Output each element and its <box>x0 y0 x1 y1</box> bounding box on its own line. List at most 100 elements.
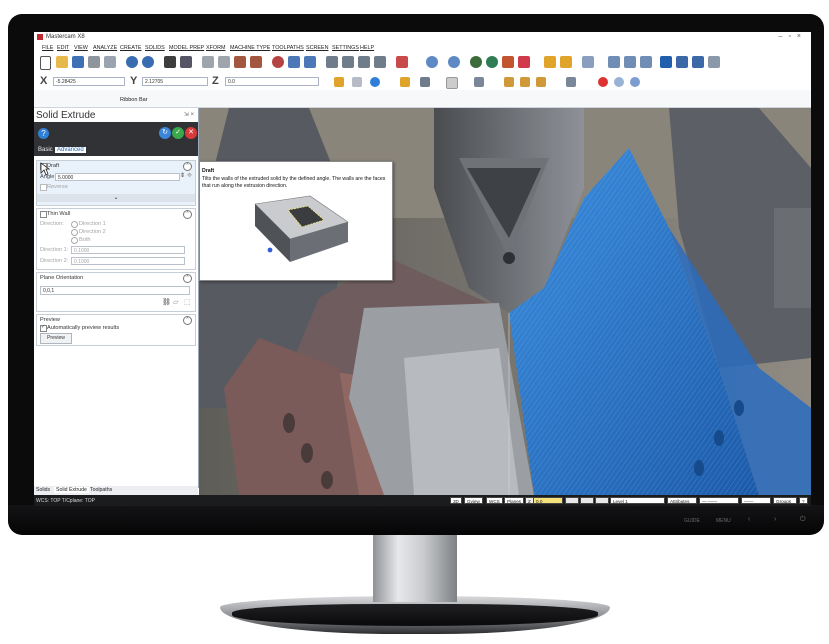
point-icon[interactable] <box>426 56 438 68</box>
views-icon[interactable] <box>288 56 300 68</box>
ok-icon[interactable]: ✓ <box>172 127 184 139</box>
analyze-icon[interactable] <box>370 77 380 87</box>
draft-expand-button[interactable]: ⌄ <box>37 194 195 202</box>
direction-1-radio[interactable] <box>71 221 78 228</box>
reverse-checkbox[interactable] <box>40 184 47 191</box>
status-line-style-dropdown[interactable]: — —— <box>699 497 739 504</box>
direction-1-input[interactable]: 0.1000 <box>71 246 185 254</box>
new-file-icon[interactable] <box>40 56 51 70</box>
menu-edit[interactable]: EDIT <box>57 45 69 51</box>
apply-icon[interactable] <box>630 77 640 87</box>
cancel-icon[interactable]: ✕ <box>185 127 197 139</box>
fit-screen-icon[interactable] <box>164 56 176 68</box>
status-groups-button[interactable]: Groups <box>773 497 797 504</box>
preview-collapse-icon[interactable]: ⌃ <box>183 316 192 325</box>
autocursor-icon[interactable] <box>334 77 344 87</box>
tab-solids[interactable]: Solids <box>36 487 50 493</box>
select-all-icon[interactable] <box>420 77 430 87</box>
simulate-icon[interactable] <box>692 56 704 68</box>
save-icon[interactable] <box>72 56 84 68</box>
angle-pick-icon[interactable]: ✥ <box>187 172 192 179</box>
plane-collapse-icon[interactable]: ⌃ <box>183 274 192 283</box>
status-help-button[interactable]: ? <box>799 497 808 504</box>
zoom-target-icon[interactable] <box>218 56 230 68</box>
solid-select-icon[interactable] <box>504 77 514 87</box>
print-preview-icon[interactable] <box>104 56 116 68</box>
status-surface-color-icon[interactable] <box>595 497 609 504</box>
undo-icon[interactable] <box>126 56 138 68</box>
dynamic-rotate-icon[interactable] <box>272 56 284 68</box>
help-icon[interactable]: ? <box>38 128 49 139</box>
face-select-icon[interactable] <box>520 77 530 87</box>
menu-solids[interactable]: SOLIDS <box>145 45 165 51</box>
x-coordinate-input[interactable]: -5.28425 <box>53 77 125 86</box>
right-view-icon[interactable] <box>358 56 370 68</box>
menu-screen[interactable]: SCREEN <box>306 45 328 51</box>
zoom-window-icon[interactable] <box>202 56 214 68</box>
shading-icon[interactable] <box>396 56 408 68</box>
menu-analyze[interactable]: ANALYZE <box>93 45 117 51</box>
thin-wall-collapse-icon[interactable]: ⌃ <box>183 210 192 219</box>
link-icon[interactable]: ⛓ <box>162 298 171 306</box>
plane-orientation-input[interactable]: 0,0,1 <box>40 286 190 295</box>
status-color-icon[interactable] <box>565 497 579 504</box>
thin-wall-checkbox[interactable] <box>40 211 47 218</box>
layer-icon[interactable] <box>400 77 410 87</box>
menu-file[interactable]: FILE <box>42 45 53 51</box>
grid-icon[interactable] <box>708 56 720 68</box>
preview-button[interactable]: Preview <box>40 333 72 344</box>
ok-new-operation-icon[interactable]: ↻ <box>159 127 171 139</box>
window-controls[interactable]: –▫× <box>779 33 807 40</box>
menu-create[interactable]: CREATE <box>120 45 141 51</box>
status-attributes-button[interactable]: Attributes <box>667 497 697 504</box>
menu-machine-type[interactable]: MACHINE TYPE <box>230 45 270 51</box>
machine-icon[interactable] <box>676 56 688 68</box>
draft-collapse-icon[interactable]: ⌃ <box>183 162 192 171</box>
y-coordinate-input[interactable]: 2.12705 <box>142 77 208 86</box>
solid-cone-icon[interactable] <box>486 56 498 68</box>
status-z-input[interactable]: 0.0 <box>533 497 563 504</box>
delete-icon[interactable] <box>352 77 362 87</box>
panel-pin-close-icon[interactable]: ⇲ × <box>184 111 194 118</box>
tab-toolpaths[interactable]: Toolpaths <box>90 487 112 493</box>
note-icon[interactable] <box>624 56 636 68</box>
dimension-icon[interactable] <box>608 56 620 68</box>
direction-2-radio[interactable] <box>71 229 78 236</box>
iso-view-icon[interactable] <box>374 56 386 68</box>
circle-icon[interactable] <box>448 56 460 68</box>
ok-icon[interactable] <box>614 77 624 87</box>
clear-icon[interactable] <box>598 77 608 87</box>
tab-advanced[interactable]: Advanced <box>55 147 86 153</box>
status-level-field[interactable]: Level 1 <box>610 497 665 504</box>
menu-settings[interactable]: SETTINGS <box>332 45 359 51</box>
auto-preview-checkbox[interactable]: ✓ <box>40 324 47 332</box>
print-icon[interactable] <box>88 56 100 68</box>
window-select-icon[interactable] <box>446 77 458 89</box>
status-3d-button[interactable]: 3D <box>450 497 462 504</box>
z-coordinate-input[interactable]: 0.0 <box>225 77 319 86</box>
menu-help[interactable]: HELP <box>360 45 374 51</box>
unzoom-icon[interactable] <box>234 56 246 68</box>
plane-pick-icon[interactable]: ⬚ <box>184 298 191 306</box>
verify-select-icon[interactable] <box>566 77 576 87</box>
redo-icon[interactable] <box>142 56 154 68</box>
tab-solid-extrude[interactable]: Solid Extrude <box>54 487 89 493</box>
menu-view[interactable]: VIEW <box>74 45 88 51</box>
menu-model-prep[interactable]: MODEL PREP <box>169 45 204 51</box>
polyline-icon[interactable] <box>560 56 572 68</box>
tools-icon[interactable] <box>660 56 672 68</box>
front-view-icon[interactable] <box>342 56 354 68</box>
open-file-icon[interactable] <box>56 56 68 68</box>
status-line-width-dropdown[interactable]: —— <box>741 497 771 504</box>
solid-sphere-icon[interactable] <box>470 56 482 68</box>
status-planes-button[interactable]: Planes <box>504 497 525 504</box>
plane-select-icon[interactable]: ▱ <box>173 298 178 306</box>
hatch-icon[interactable] <box>640 56 652 68</box>
spline-icon[interactable] <box>582 56 594 68</box>
angle-spinner-icon[interactable]: ⇕ <box>180 172 185 179</box>
both-radio[interactable] <box>71 237 78 244</box>
tab-basic[interactable]: Basic <box>36 147 55 153</box>
extrude-icon[interactable] <box>502 56 514 68</box>
zoom-in-icon[interactable] <box>250 56 262 68</box>
status-gview-button[interactable]: Gview <box>464 497 483 504</box>
